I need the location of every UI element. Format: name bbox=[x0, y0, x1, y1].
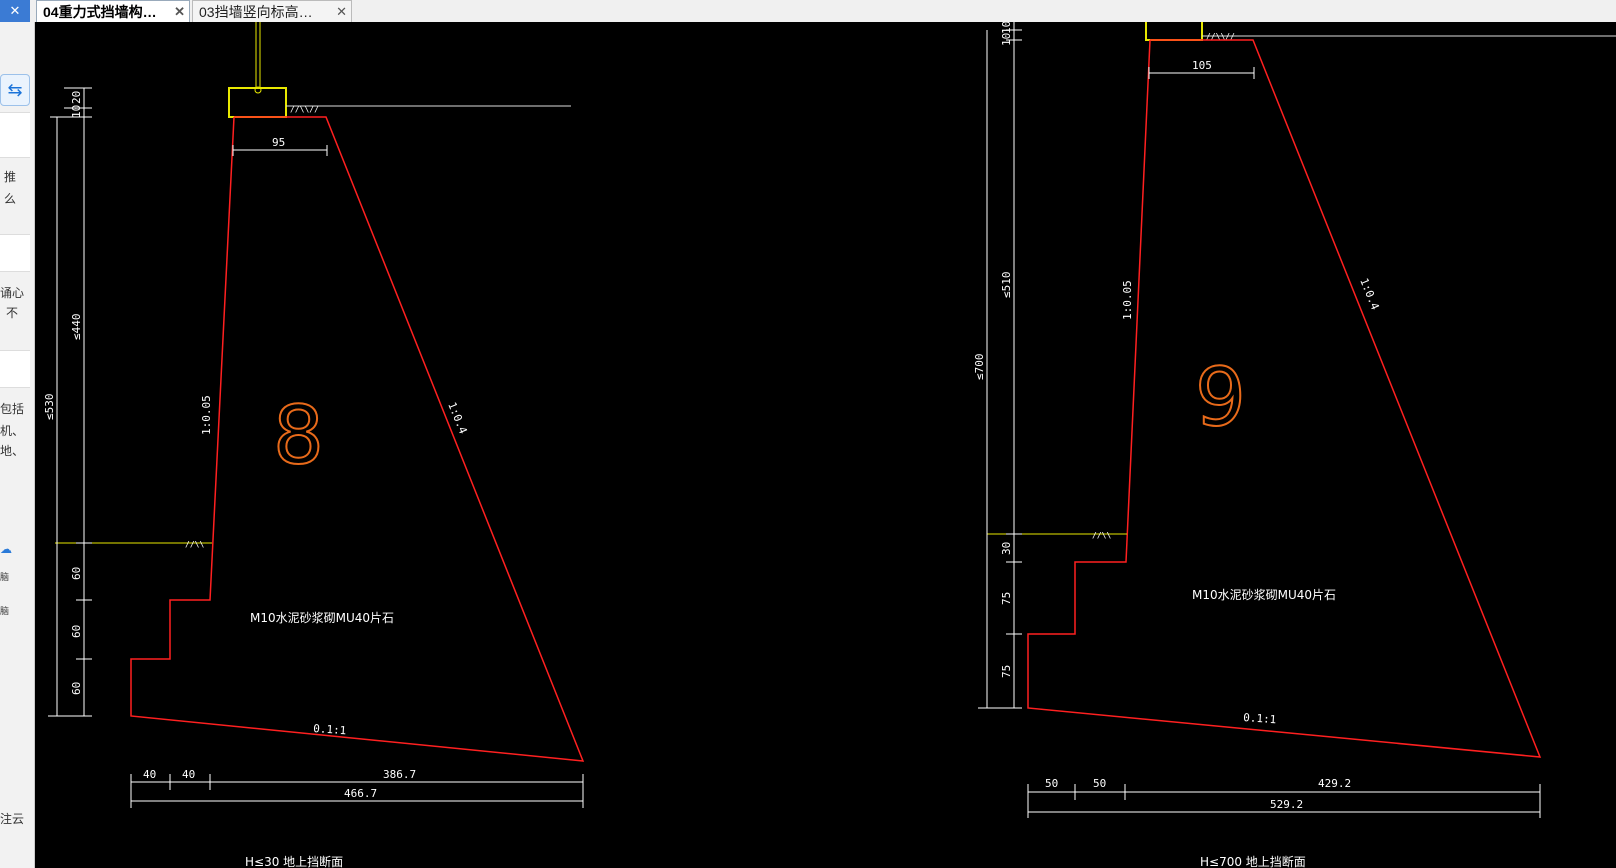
dim-height-total: ≤700 bbox=[973, 354, 986, 381]
dim-bottom-total: 466.7 bbox=[344, 787, 377, 800]
sync-icon[interactable]: ⇆ bbox=[0, 74, 30, 106]
soil-hatch: //\\ bbox=[185, 540, 204, 549]
side-panel-text: 包括 bbox=[0, 402, 25, 416]
dim-step: 75 bbox=[1000, 665, 1013, 678]
side-panel-text: 推 bbox=[4, 170, 17, 184]
side-panel-card bbox=[0, 350, 30, 388]
cad-drawing-canvas[interactable]: //\\// //\\ 95 20 10 ≤440 ≤530 60 60 60 … bbox=[35, 22, 1616, 868]
slope-front-label: 1:0.05 bbox=[200, 395, 213, 435]
dim-top-1: 20 bbox=[70, 91, 83, 104]
coping-block bbox=[228, 87, 287, 118]
slope-front-label: 1:0.05 bbox=[1121, 280, 1134, 320]
side-panel-text: 机、 bbox=[0, 424, 25, 438]
dim-height-upper: ≤440 bbox=[70, 314, 83, 341]
section-number: 8 bbox=[273, 389, 324, 482]
side-panel-text: 脑 bbox=[0, 606, 10, 616]
dim-top-2: 10 bbox=[70, 105, 83, 118]
section-caption: H≤700 地上挡断面 bbox=[1200, 854, 1306, 868]
dim-height-total: ≤530 bbox=[43, 394, 56, 421]
dim-step: 75 bbox=[1000, 592, 1013, 605]
dim-bottom-total: 529.2 bbox=[1270, 798, 1303, 811]
side-panel-text: 诵心 bbox=[0, 286, 25, 300]
soil-hatch: //\\ bbox=[1092, 531, 1111, 540]
slope-base-label: 0.1:1 bbox=[1243, 711, 1277, 726]
wall-outline bbox=[1027, 39, 1542, 758]
side-panel-text: 么 bbox=[4, 192, 17, 206]
section-number: 9 bbox=[1195, 351, 1246, 444]
dim-height-upper: ≤510 bbox=[1000, 272, 1013, 299]
dim-bottom: 50 bbox=[1093, 777, 1106, 790]
dim-bottom: 40 bbox=[143, 768, 156, 781]
dim-top-width: 105 bbox=[1192, 59, 1212, 72]
material-note: M10水泥砂浆砌MU40片石 bbox=[1192, 587, 1336, 602]
tab-label: 03挡墙竖向标高… bbox=[199, 4, 313, 20]
dim-step: 60 bbox=[70, 567, 83, 580]
dim-step: 60 bbox=[70, 625, 83, 638]
wall-section-9: //\\// //\\ 105 10 10 ≤510 ≤700 30 75 75… bbox=[973, 22, 1616, 868]
dim-bottom: 386.7 bbox=[383, 768, 416, 781]
dim-step: 30 bbox=[1000, 542, 1013, 555]
soil-hatch: //\\// bbox=[290, 105, 319, 114]
cad-drawing: //\\// //\\ 95 20 10 ≤440 ≤530 60 60 60 … bbox=[43, 22, 1616, 868]
side-panel-text: 不 bbox=[6, 306, 19, 320]
dim-bottom: 40 bbox=[182, 768, 195, 781]
coping-block bbox=[1145, 22, 1203, 41]
dim-bottom: 50 bbox=[1045, 777, 1058, 790]
tab-04-gravity-wall[interactable]: 04重力式挡墙构… ✕ bbox=[36, 0, 190, 22]
dim-step: 60 bbox=[70, 682, 83, 695]
slope-base-label: 0.1:1 bbox=[313, 722, 347, 737]
dim-top-width: 95 bbox=[272, 136, 285, 149]
wall-outline bbox=[130, 116, 585, 762]
tab-label: 04重力式挡墙构… bbox=[43, 4, 157, 20]
document-tab-bar: ✕ 04重力式挡墙构… ✕ 03挡墙竖向标高… ✕ bbox=[0, 0, 1616, 23]
side-panel-card bbox=[0, 112, 30, 158]
dim-top-2: 10 bbox=[1000, 33, 1013, 46]
dim-top-1: 10 bbox=[1000, 22, 1013, 34]
dim-bottom: 429.2 bbox=[1318, 777, 1351, 790]
side-panel-card bbox=[0, 234, 30, 272]
side-panel-text: 注云 bbox=[0, 812, 25, 826]
slope-back-label: 1:0.4 bbox=[445, 400, 470, 436]
tab-03-wall-elevation[interactable]: 03挡墙竖向标高… ✕ bbox=[192, 0, 352, 22]
side-panel-text: 地、 bbox=[0, 444, 25, 458]
slope-back-label: 1:0.4 bbox=[1357, 276, 1382, 312]
tab-close-icon[interactable]: ✕ bbox=[0, 0, 30, 22]
wall-section-8: //\\// //\\ 95 20 10 ≤440 ≤530 60 60 60 … bbox=[43, 22, 585, 868]
side-panel-text: 脑 bbox=[0, 572, 10, 582]
material-note: M10水泥砂浆砌MU40片石 bbox=[250, 610, 394, 625]
cloud-icon[interactable]: ☁ bbox=[0, 542, 12, 556]
section-caption: H≤30 地上挡断面 bbox=[245, 854, 343, 868]
tab-close-icon[interactable]: ✕ bbox=[174, 1, 185, 22]
tab-close-icon[interactable]: ✕ bbox=[336, 1, 347, 22]
side-panel: ⇆ 推 么 诵心 不 包括 机、 地、 ☁ 脑 脑 注云 bbox=[0, 22, 35, 868]
